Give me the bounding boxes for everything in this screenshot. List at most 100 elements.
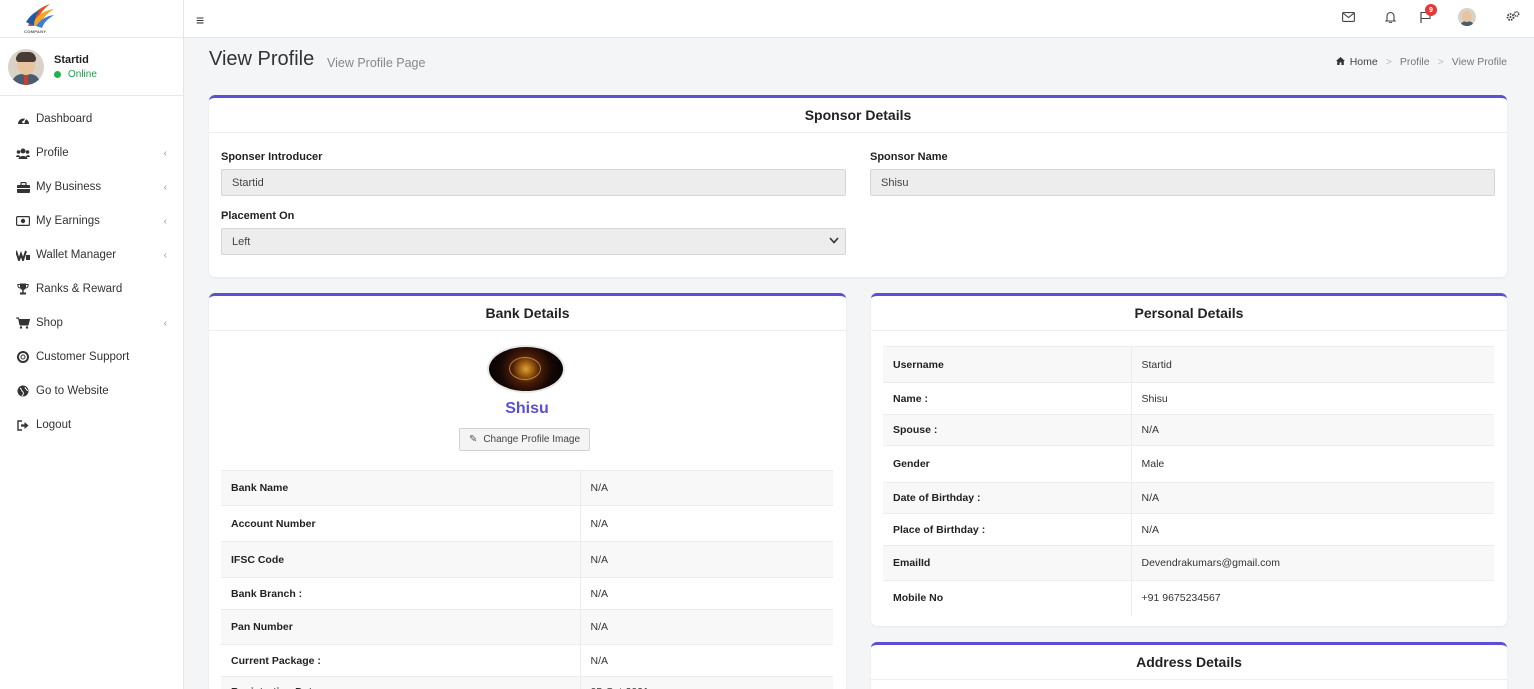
sidebar-item-my-business[interactable]: My Business ‹	[0, 170, 183, 204]
row-value: N/A	[579, 541, 833, 578]
row-key: Place of Birthday :	[883, 513, 1131, 546]
sidebar-item-label: My Earnings	[36, 215, 100, 227]
row-value: N/A	[1130, 482, 1494, 514]
table-row: Name : Shisu	[883, 382, 1494, 415]
row-key: Username	[883, 346, 1131, 383]
row-key: Mobile No	[883, 580, 1131, 616]
bell-icon[interactable]	[1384, 11, 1397, 26]
personal-details-card: Personal Details Username Startid Name :S…	[871, 293, 1507, 626]
money-icon	[16, 214, 30, 228]
card-title: Address Details	[871, 645, 1507, 680]
sidebar-item-my-earnings[interactable]: My Earnings ‹	[0, 204, 183, 238]
logo-area[interactable]: COMPANY	[0, 0, 183, 38]
row-key: Spouse :	[883, 414, 1131, 446]
table-row: Current Package : N/A	[221, 644, 833, 677]
row-key: Bank Branch :	[221, 577, 580, 610]
cart-icon	[16, 316, 30, 330]
topbar: ≡ 9	[184, 0, 1534, 38]
edit-icon: ✎	[468, 434, 478, 445]
users-icon	[16, 146, 30, 160]
bitcoin-icon	[509, 357, 541, 380]
home-icon	[1335, 56, 1345, 68]
row-key: Gender	[883, 445, 1131, 483]
sponsor-name-field[interactable]: Shisu	[870, 169, 1495, 196]
row-key: EmailId	[883, 545, 1131, 581]
mail-icon[interactable]	[1342, 11, 1355, 25]
dashboard-icon	[16, 112, 30, 126]
avatar[interactable]	[1458, 8, 1476, 26]
sidebar-item-profile[interactable]: Profile ‹	[0, 136, 183, 170]
table-row: EmailId Devendrakumars@gmail.com	[883, 545, 1494, 581]
placement-select[interactable]: Left	[221, 228, 846, 255]
row-value: N/A	[1130, 513, 1494, 546]
sidebar-item-label: Customer Support	[36, 351, 130, 363]
table-row: Bank Name N/A	[221, 470, 833, 506]
table-row: IFSC Code N/A	[221, 541, 833, 578]
row-key: Current Package :	[221, 644, 580, 677]
sponsor-name-label: Sponsor Name	[870, 151, 948, 163]
table-row: Username Startid	[883, 346, 1494, 383]
row-key: Pan Number	[221, 609, 580, 645]
personal-details-table: Username Startid Name : Shisu Spouse : N/A …	[883, 346, 1494, 616]
table-row: Gender Male	[883, 445, 1494, 483]
placement-label: Placement On	[221, 210, 295, 222]
online-dot-icon	[54, 70, 61, 78]
avatar[interactable]	[8, 48, 44, 85]
chevron-left-icon: ‹	[163, 181, 167, 193]
row-value: Male	[1130, 445, 1494, 483]
settings-icon[interactable]	[1506, 11, 1520, 25]
row-value: N/A	[1130, 414, 1494, 446]
sidebar-item-ranks-reward[interactable]: Ranks & Reward	[0, 272, 183, 306]
table-row: Account Number N/A	[221, 505, 833, 542]
sponsor-introducer-field[interactable]: Startid	[221, 169, 846, 196]
card-title: Bank Details	[209, 296, 846, 331]
row-value: N/A	[579, 609, 833, 645]
row-key: Bank Name	[221, 470, 580, 506]
sidebar-item-logout[interactable]: Logout	[0, 408, 183, 442]
sidebar-item-go-to-website[interactable]: Go to Website	[0, 374, 183, 408]
breadcrumb-separator: >	[1437, 56, 1444, 68]
card-title: Sponsor Details	[209, 98, 1507, 133]
sidebar-item-label: Wallet Manager	[36, 249, 117, 261]
sidebar-item-label: Ranks & Reward	[36, 283, 123, 295]
breadcrumb-home[interactable]: Home	[1350, 56, 1378, 68]
sidebar-item-label: Profile	[36, 147, 69, 159]
status-label: Online	[68, 68, 97, 80]
sidebar-item-label: Logout	[36, 419, 72, 431]
sponsor-details-card: Sponsor Details Sponser Introducer Start…	[209, 95, 1507, 277]
table-row: Spouse : N/A	[883, 414, 1494, 446]
hamburger-menu-icon[interactable]: ≡	[196, 12, 204, 28]
breadcrumb-profile[interactable]: Profile	[1400, 56, 1430, 68]
row-key: Name :	[883, 382, 1131, 415]
bank-details-card: Bank Details Shisu ✎ Change Profile Imag…	[209, 293, 846, 689]
notification-badge: 9	[1425, 4, 1437, 16]
table-row: Date of Birthday : N/A	[883, 482, 1494, 514]
sidebar-item-shop[interactable]: Shop ‹	[0, 306, 183, 340]
row-key: IFSC Code	[221, 541, 580, 578]
breadcrumb-separator: >	[1385, 56, 1392, 68]
user-name: Startid	[54, 53, 89, 66]
user-status: Online	[54, 69, 97, 80]
row-value: Shisu	[1130, 382, 1494, 415]
sidebar-item-customer-support[interactable]: Customer Support	[0, 340, 183, 374]
bank-details-table: Bank Name N/A Account Number N/A IFSC Code…	[221, 470, 833, 689]
sidebar-item-dashboard[interactable]: Dashboard	[0, 102, 183, 136]
sidebar-item-wallet-manager[interactable]: Wallet Manager ‹	[0, 238, 183, 272]
logout-icon	[16, 418, 30, 432]
briefcase-icon	[16, 180, 30, 194]
row-value: N/A	[579, 577, 833, 610]
sidebar-item-label: Dashboard	[36, 113, 93, 125]
breadcrumb: Home > Profile > View Profile	[1335, 56, 1507, 68]
chevron-left-icon: ‹	[163, 317, 167, 329]
sidebar-item-label: My Business	[36, 181, 102, 193]
page-subtitle: View Profile Page	[327, 56, 426, 70]
logo-text: COMPANY	[24, 29, 47, 34]
change-profile-image-button[interactable]: ✎ Change Profile Image	[459, 428, 590, 451]
trophy-icon	[16, 282, 30, 296]
table-row: Bank Branch : N/A	[221, 577, 833, 610]
sidebar-menu: Dashboard Profile ‹ My Business ‹ My Ear…	[0, 96, 183, 442]
chevron-down-icon	[829, 236, 839, 247]
sidebar: COMPANY Startid Online Dashboard Profile…	[0, 0, 184, 689]
row-value: N/A	[579, 470, 833, 506]
sponsor-introducer-label: Sponser Introducer	[221, 151, 323, 163]
